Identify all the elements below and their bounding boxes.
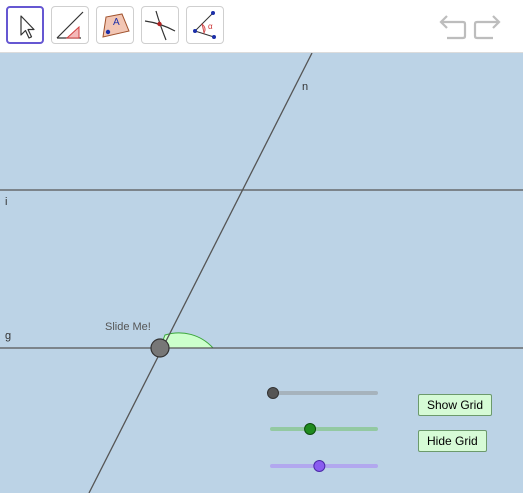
geometry-drawing [0, 53, 523, 493]
slider-green-knob[interactable] [304, 423, 317, 435]
line-i-label: i [5, 196, 8, 208]
move-tool-button[interactable] [6, 6, 44, 44]
intersect-icon [144, 10, 176, 41]
line-n-label: n [302, 81, 309, 93]
undo-icon [439, 15, 467, 40]
graphics-view[interactable]: n i g Slide Me! Show Grid Hide Grid [0, 53, 523, 493]
svg-text:α: α [208, 22, 213, 31]
svg-text:A: A [113, 17, 120, 28]
slider-purple-knob[interactable] [313, 460, 326, 472]
point-caption: Slide Me! [105, 321, 151, 333]
line-g-label: g [5, 330, 12, 342]
polygon-tool-button[interactable]: A [96, 6, 134, 44]
draggable-point[interactable] [150, 338, 170, 358]
hide-grid-button[interactable]: Hide Grid [418, 430, 487, 452]
slider-gray-knob[interactable] [267, 387, 279, 399]
redo-icon [473, 15, 501, 40]
angle-measure-tool-button[interactable]: α [186, 6, 224, 44]
triangle-angle-icon [56, 11, 84, 39]
polygon-icon: A [102, 13, 130, 38]
show-grid-button[interactable]: Show Grid [418, 394, 493, 416]
redo-button[interactable] [473, 12, 503, 42]
toolbar: A α [0, 0, 523, 53]
angle-measure-icon: α [193, 11, 216, 39]
intersect-tool-button[interactable] [141, 6, 179, 44]
angle-tool-button[interactable] [51, 6, 89, 44]
undo-button[interactable] [437, 12, 467, 42]
arrow-cursor-icon [20, 15, 35, 39]
